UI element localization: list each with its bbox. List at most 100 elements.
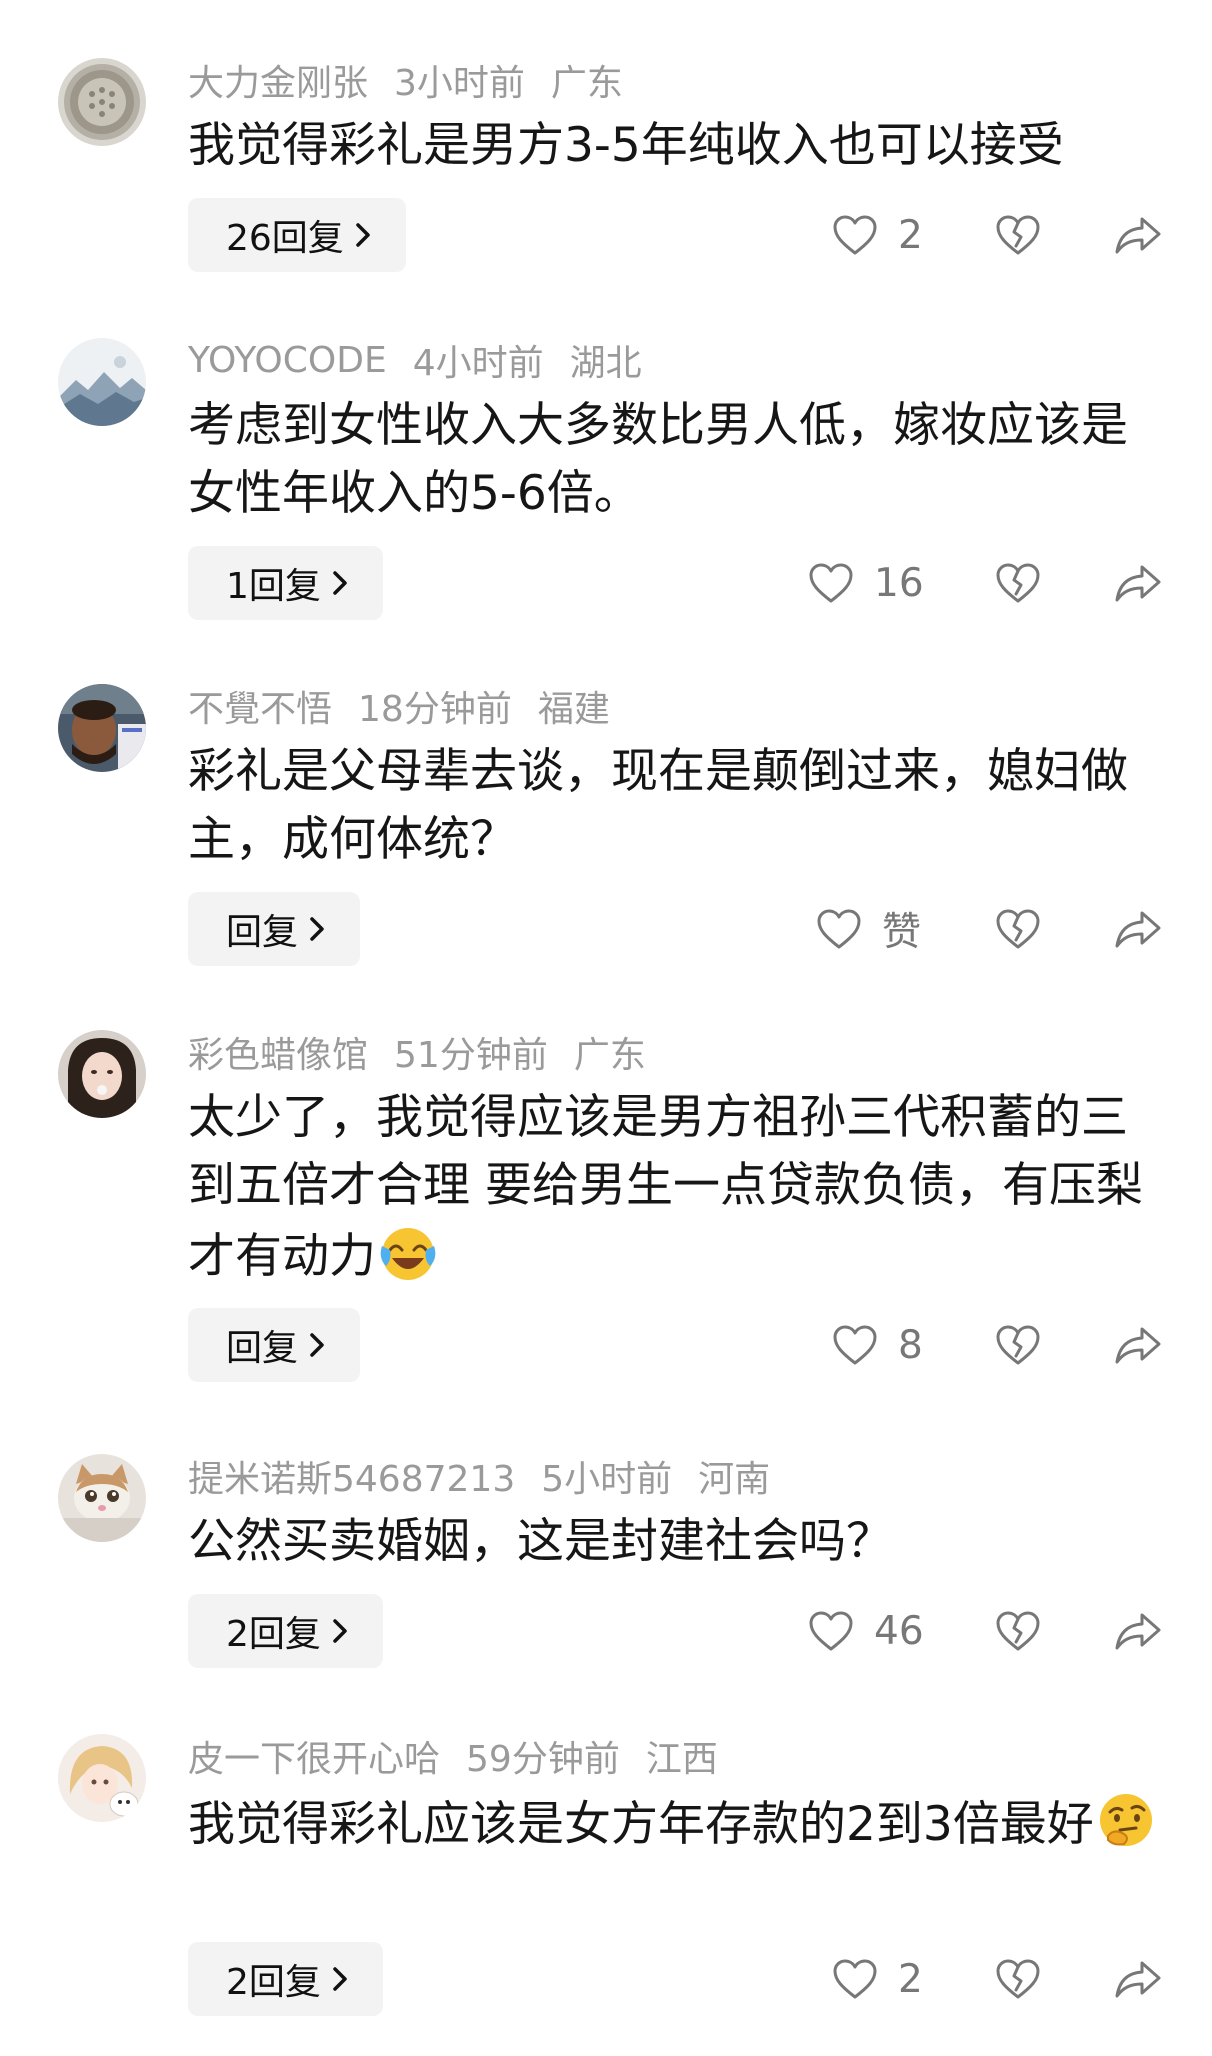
like-count: 16 bbox=[874, 560, 924, 606]
like-button[interactable]: 赞 bbox=[816, 892, 921, 966]
region: 福建 bbox=[537, 689, 610, 730]
like-count: 2 bbox=[898, 212, 923, 258]
reply-label: 26回复 bbox=[226, 218, 344, 259]
comment-meta: YOYOCODE 4小时前 湖北 bbox=[188, 338, 668, 385]
comment-text[interactable]: 公然买卖婚姻，这是封建社会吗？ bbox=[188, 1508, 1168, 1576]
mountain-avatar[interactable] bbox=[58, 338, 146, 426]
share-arrow-icon bbox=[1115, 911, 1161, 948]
broken-heart-icon bbox=[996, 563, 1040, 603]
comment-meta: 彩色蜡像馆 51分钟前 广东 bbox=[188, 1030, 672, 1076]
like-button[interactable]: 2 bbox=[832, 198, 923, 272]
comment-text-body: 我觉得彩礼应该是女方年存款的2到3倍最好 bbox=[188, 1797, 1094, 1852]
username[interactable]: 彩色蜡像馆 bbox=[188, 1026, 368, 1078]
dislike-button[interactable] bbox=[990, 546, 1046, 620]
share-button[interactable] bbox=[1110, 1594, 1166, 1668]
heart-outline-icon bbox=[809, 563, 853, 603]
dislike-button[interactable] bbox=[990, 1308, 1046, 1382]
chevron-right-icon bbox=[310, 1333, 324, 1357]
laughing-crying-emoji bbox=[376, 1220, 440, 1284]
broken-heart-icon bbox=[996, 1959, 1040, 1999]
reply-label: 1回复 bbox=[226, 566, 321, 607]
reply-label: 2回复 bbox=[226, 1614, 321, 1655]
dislike-button[interactable] bbox=[990, 1594, 1046, 1668]
like-count: 赞 bbox=[882, 910, 922, 955]
view-replies-button[interactable]: 26回复 bbox=[188, 198, 406, 272]
timestamp: 51分钟前 bbox=[394, 1035, 548, 1076]
girl-avatar[interactable] bbox=[58, 1030, 146, 1118]
heart-outline-icon bbox=[833, 1959, 877, 1999]
comment-meta: 提米诺斯54687213 5小时前 河南 bbox=[188, 1454, 796, 1500]
comment-text[interactable]: 太少了，我觉得应该是男方祖孙三代积蓄的三到五倍才合理 要给男生一点贷款负债，有压… bbox=[188, 1084, 1168, 1291]
view-replies-button[interactable]: 回复 bbox=[188, 1308, 361, 1382]
heart-outline-icon bbox=[809, 1611, 853, 1651]
man-avatar[interactable] bbox=[58, 684, 146, 772]
share-arrow-icon bbox=[1115, 1327, 1161, 1364]
reply-label: 回复 bbox=[226, 1328, 299, 1369]
coin-avatar[interactable] bbox=[58, 58, 146, 146]
username[interactable]: 大力金刚张 bbox=[188, 54, 368, 106]
dislike-button[interactable] bbox=[990, 1942, 1046, 2016]
timestamp: 59分钟前 bbox=[466, 1739, 620, 1780]
heart-outline-icon bbox=[833, 215, 877, 255]
comment-text-body: 太少了，我觉得应该是男方祖孙三代积蓄的三到五倍才合理 要给男生一点贷款负债，有压… bbox=[188, 1090, 1143, 1284]
anime-avatar[interactable] bbox=[58, 1734, 146, 1822]
comment-meta: 不覺不悟 18分钟前 福建 bbox=[188, 684, 636, 730]
broken-heart-icon bbox=[996, 909, 1040, 949]
dislike-button[interactable] bbox=[990, 892, 1046, 966]
comment-text[interactable]: 彩礼是父母辈去谈，现在是颠倒过来，媳妇做主，成何体统？ bbox=[188, 738, 1168, 874]
share-button[interactable] bbox=[1110, 198, 1166, 272]
username[interactable]: 提米诺斯54687213 bbox=[188, 1450, 515, 1502]
username[interactable]: 皮一下很开心哈 bbox=[188, 1730, 440, 1782]
timestamp: 5小时前 bbox=[541, 1459, 673, 1500]
like-count: 2 bbox=[898, 1956, 923, 2002]
view-replies-button[interactable]: 回复 bbox=[188, 892, 361, 966]
reply-label: 2回复 bbox=[226, 1962, 321, 2003]
view-replies-button[interactable]: 2回复 bbox=[188, 1594, 383, 1668]
comment-text[interactable]: 我觉得彩礼应该是女方年存款的2到3倍最好 bbox=[188, 1788, 1168, 1859]
share-arrow-icon bbox=[1115, 1613, 1161, 1650]
like-button[interactable]: 2 bbox=[832, 1942, 923, 2016]
username[interactable]: YOYOCODE bbox=[188, 340, 387, 381]
timestamp: 18分钟前 bbox=[358, 689, 512, 730]
share-button[interactable] bbox=[1110, 1942, 1166, 2016]
like-button[interactable]: 16 bbox=[808, 546, 924, 620]
broken-heart-icon bbox=[996, 215, 1040, 255]
share-button[interactable] bbox=[1110, 546, 1166, 620]
timestamp: 4小时前 bbox=[412, 343, 544, 384]
heart-outline-icon bbox=[833, 1325, 877, 1365]
like-button[interactable]: 8 bbox=[832, 1308, 923, 1382]
chevron-right-icon bbox=[333, 1619, 347, 1643]
like-count: 8 bbox=[898, 1322, 923, 1368]
username[interactable]: 不覺不悟 bbox=[188, 680, 332, 732]
comment-meta: 大力金刚张 3小时前 广东 bbox=[188, 58, 649, 104]
broken-heart-icon bbox=[996, 1325, 1040, 1365]
share-arrow-icon bbox=[1115, 565, 1161, 602]
chevron-right-icon bbox=[356, 223, 370, 247]
thinking-face-emoji bbox=[1094, 1788, 1158, 1852]
comment-meta: 皮一下很开心哈 59分钟前 江西 bbox=[188, 1734, 744, 1780]
region: 广东 bbox=[573, 1035, 646, 1076]
view-replies-button[interactable]: 2回复 bbox=[188, 1942, 383, 2016]
broken-heart-icon bbox=[996, 1611, 1040, 1651]
comment-text[interactable]: 我觉得彩礼是男方3-5年纯收入也可以接受 bbox=[188, 112, 1168, 180]
chevron-right-icon bbox=[310, 917, 324, 941]
comment-text[interactable]: 考虑到女性收入大多数比男人低，嫁妆应该是女性年收入的5-6倍。 bbox=[188, 392, 1168, 528]
chevron-right-icon bbox=[333, 1967, 347, 1991]
region: 河南 bbox=[698, 1459, 771, 1500]
region: 广东 bbox=[550, 63, 623, 104]
region: 湖北 bbox=[569, 343, 642, 384]
like-count: 46 bbox=[874, 1608, 924, 1654]
share-button[interactable] bbox=[1110, 1308, 1166, 1382]
like-button[interactable]: 46 bbox=[808, 1594, 924, 1668]
timestamp: 3小时前 bbox=[394, 63, 525, 104]
share-arrow-icon bbox=[1115, 1961, 1161, 1998]
cat-avatar[interactable] bbox=[58, 1454, 146, 1542]
chevron-right-icon bbox=[333, 571, 347, 595]
share-button[interactable] bbox=[1110, 892, 1166, 966]
reply-label: 回复 bbox=[226, 912, 299, 953]
heart-outline-icon bbox=[817, 909, 861, 949]
view-replies-button[interactable]: 1回复 bbox=[188, 546, 383, 620]
share-arrow-icon bbox=[1115, 217, 1161, 254]
dislike-button[interactable] bbox=[990, 198, 1046, 272]
region: 江西 bbox=[645, 1739, 718, 1780]
